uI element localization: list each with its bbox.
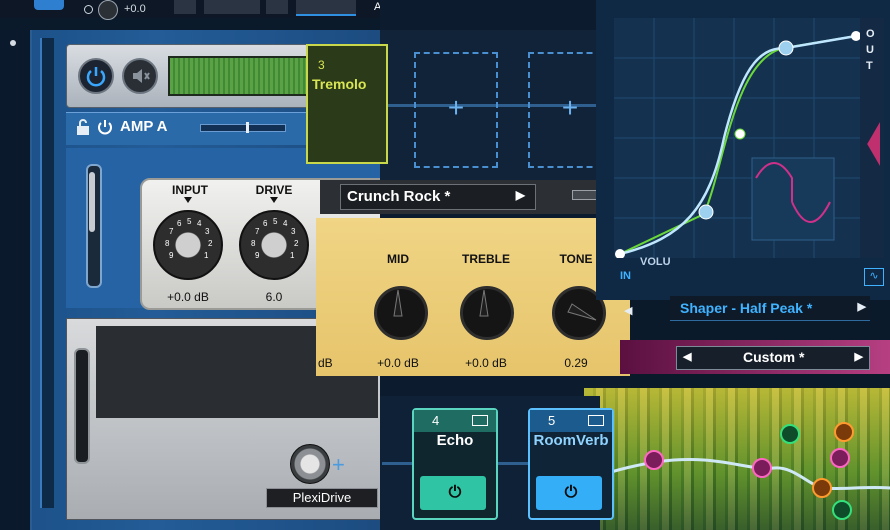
- out-histogram: [867, 122, 880, 166]
- echo-name: Echo: [436, 432, 474, 449]
- knob-value-tone: 0.29: [564, 356, 588, 370]
- mixer-icon[interactable]: [204, 0, 260, 14]
- svg-text:2: 2: [208, 239, 213, 248]
- partial-db-label: dB: [318, 356, 333, 370]
- shaper-curve-plot[interactable]: [614, 18, 860, 258]
- top-blue-button[interactable]: [34, 0, 64, 10]
- amp-vertical-fader[interactable]: [86, 164, 102, 288]
- custom-preset-name: Custom *: [743, 349, 805, 365]
- shaper-out-label: O U T: [866, 28, 875, 72]
- partial-vol-label: VOLU: [640, 256, 671, 268]
- top-knob[interactable]: [98, 0, 118, 20]
- lock-icon[interactable]: [76, 118, 90, 136]
- roomverb-name: RoomVerb: [533, 432, 609, 449]
- echo-number: 4: [432, 413, 440, 428]
- wave-toggle-icon[interactable]: ∿: [864, 268, 884, 286]
- knob-title-input: INPUT: [172, 183, 208, 197]
- tremolo-name: Tremolo: [312, 76, 367, 92]
- power-icon[interactable]: ⏻: [530, 484, 612, 502]
- shaper-preset-dropdown[interactable]: Shaper - Half Peak * ▶: [670, 296, 870, 321]
- pedal-settings-icon[interactable]: [588, 415, 604, 426]
- echo-pedal[interactable]: 4 Echo ⏻: [412, 408, 498, 520]
- svg-text:6: 6: [263, 219, 268, 228]
- empty-slot-1[interactable]: +: [414, 52, 498, 168]
- input-knob[interactable]: 9 8 76543 2 1: [153, 210, 223, 280]
- plus-icon[interactable]: +: [332, 452, 345, 478]
- mute-icon: [133, 69, 150, 83]
- plexidrive-label: PlexiDrive: [266, 488, 378, 508]
- eq-node[interactable]: [780, 424, 800, 444]
- crunch-preset-name: Crunch Rock *: [347, 188, 451, 205]
- svg-text:1: 1: [290, 251, 295, 260]
- svg-text:9: 9: [255, 251, 260, 260]
- drive-knob[interactable]: 9 8 76543 2 1: [239, 210, 309, 280]
- knob-value-input: +0.0 dB: [167, 290, 209, 304]
- rack-left-rail: [0, 30, 32, 530]
- meter-icon[interactable]: [296, 0, 356, 16]
- power-icon[interactable]: ⏻: [414, 484, 496, 502]
- amp-power-icon[interactable]: [96, 118, 114, 136]
- svg-text:5: 5: [273, 217, 278, 226]
- plexidrive-footswitch[interactable]: [290, 444, 330, 484]
- mid-knob[interactable]: [374, 286, 428, 340]
- svg-text:7: 7: [255, 227, 260, 236]
- rack-divider: [40, 38, 54, 508]
- power-button[interactable]: [78, 58, 114, 94]
- mute-button[interactable]: [122, 58, 158, 94]
- svg-text:9: 9: [169, 251, 174, 260]
- treble-knob[interactable]: [460, 286, 514, 340]
- amp-slider[interactable]: [200, 122, 286, 133]
- svg-text:8: 8: [251, 239, 256, 248]
- shaper-preset-name: Shaper - Half Peak *: [680, 300, 813, 316]
- svg-text:1: 1: [204, 251, 209, 260]
- tremolo-number: 3: [318, 58, 325, 72]
- svg-text:4: 4: [283, 219, 288, 228]
- eq-node[interactable]: [830, 448, 850, 468]
- plexidrive-fader[interactable]: [74, 348, 90, 464]
- knob-title-treble: TREBLE: [462, 252, 510, 266]
- arrow-left-icon[interactable]: ◀: [624, 304, 632, 317]
- eq-node[interactable]: [644, 450, 664, 470]
- marker-icon: [184, 197, 192, 203]
- knob-title-drive: DRIVE: [255, 183, 293, 197]
- pedal-settings-icon[interactable]: [472, 415, 488, 426]
- arrow-right-icon[interactable]: ▶: [858, 300, 866, 313]
- eq-node[interactable]: [834, 422, 854, 442]
- svg-text:6: 6: [177, 219, 182, 228]
- crunch-preset-dropdown[interactable]: Crunch Rock * ▶: [340, 184, 536, 210]
- svg-text:5: 5: [187, 217, 192, 226]
- marker-icon: [270, 197, 278, 203]
- camera-icon[interactable]: [174, 0, 196, 14]
- eq-curve: [603, 422, 890, 520]
- svg-text:3: 3: [205, 227, 210, 236]
- knob-value-mid: +0.0 dB: [377, 356, 419, 370]
- shaper-in-label: IN: [620, 270, 631, 282]
- knob-value-drive: 6.0: [265, 290, 283, 304]
- arrow-right-icon[interactable]: ▶: [855, 350, 863, 363]
- knob-value-treble: +0.0 dB: [465, 356, 507, 370]
- svg-text:8: 8: [165, 239, 170, 248]
- svg-text:4: 4: [197, 219, 202, 228]
- amp-label: AMP A: [120, 118, 168, 135]
- svg-text:2: 2: [294, 239, 299, 248]
- radio-dot[interactable]: [84, 5, 93, 14]
- eq-node[interactable]: [812, 478, 832, 498]
- eq-icon[interactable]: [266, 0, 288, 14]
- rack-screw: [10, 40, 16, 46]
- roomverb-pedal[interactable]: 5 RoomVerb ⏻: [528, 408, 614, 520]
- arrow-right-icon[interactable]: ▶: [516, 188, 525, 202]
- roomverb-number: 5: [548, 413, 556, 428]
- eq-node[interactable]: [832, 500, 852, 520]
- svg-text:7: 7: [169, 227, 174, 236]
- svg-text:3: 3: [291, 227, 296, 236]
- power-icon: [86, 67, 106, 87]
- arrow-left-icon[interactable]: ◀: [683, 350, 691, 363]
- top-readout: +0.0: [124, 3, 146, 15]
- custom-preset-dropdown[interactable]: ◀ Custom * ▶: [676, 346, 870, 370]
- knob-title-mid: MID: [387, 252, 409, 266]
- shaper-out-meter: O U T: [860, 18, 884, 258]
- eq-node[interactable]: [752, 458, 772, 478]
